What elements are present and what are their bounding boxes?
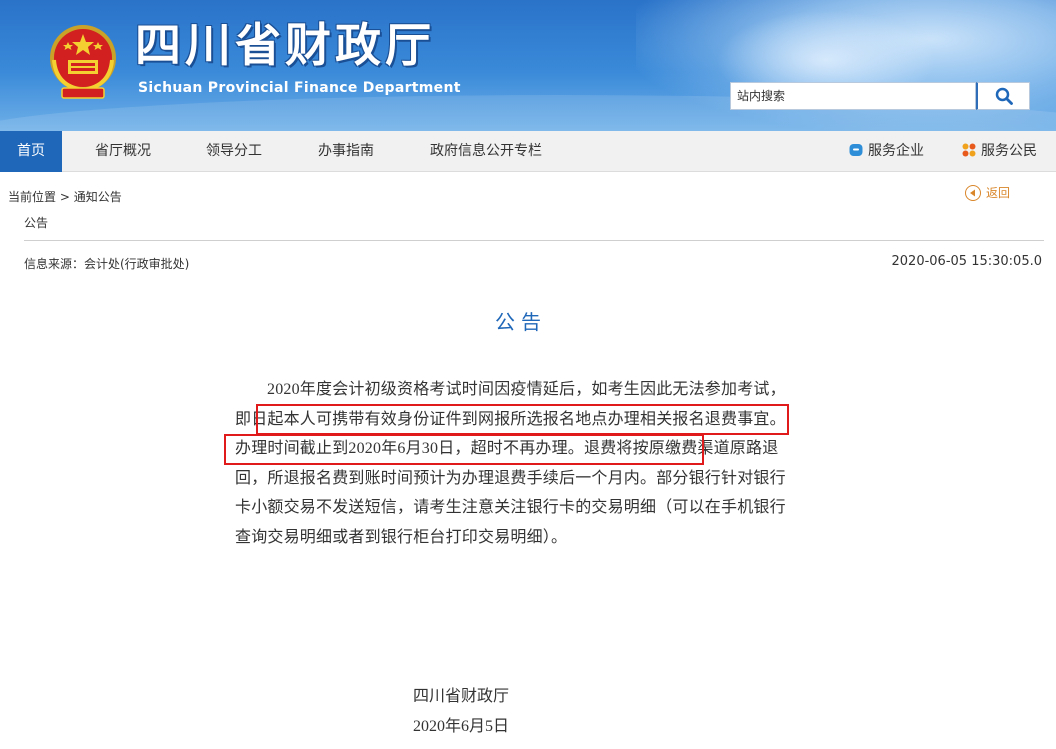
- category-label: 公告: [24, 216, 49, 230]
- nav-item-service-enterprise[interactable]: 服务企业: [849, 131, 924, 172]
- service-enterprise-label: 服务企业: [868, 143, 924, 159]
- publish-datetime: 2020-06-05 15:30:05.0: [891, 254, 1042, 269]
- back-arrow-icon: [965, 184, 981, 201]
- signature-block: 四川省财政厅 2020年6月5日: [413, 682, 509, 742]
- back-label: 返回: [986, 186, 1011, 200]
- article-body: 2020年度会计初级资格考试时间因疫情延后，如考生因此无法参加考试，即日起本人可…: [235, 375, 787, 552]
- service-enterprise-icon: [849, 144, 863, 156]
- site-title[interactable]: 四川省财政厅: [135, 16, 435, 74]
- breadcrumb-current[interactable]: 通知公告: [74, 190, 122, 204]
- header-banner: 四川省财政厅 Sichuan Provincial Finance Depart…: [0, 0, 1056, 131]
- article-paragraph: 2020年度会计初级资格考试时间因疫情延后，如考生因此无法参加考试，即日起本人可…: [235, 381, 786, 546]
- national-emblem-logo[interactable]: [46, 20, 120, 102]
- signature-org: 四川省财政厅: [413, 688, 510, 705]
- breadcrumb-prefix: 当前位置: [8, 190, 57, 204]
- nav-item-gov-info[interactable]: 政府信息公开专栏: [430, 131, 542, 172]
- search-button[interactable]: [976, 82, 1030, 110]
- divider: [24, 240, 1044, 241]
- breadcrumb-separator: >: [59, 190, 70, 204]
- article-title: 公告: [495, 310, 547, 334]
- signature-date: 2020年6月5日: [413, 718, 510, 735]
- search-icon: [995, 87, 1013, 105]
- main-nav: 首页 省厅概况 领导分工 办事指南 政府信息公开专栏 服务企业 服务公民: [0, 131, 1056, 172]
- nav-item-guide[interactable]: 办事指南: [318, 131, 374, 172]
- nav-item-overview[interactable]: 省厅概况: [95, 131, 151, 172]
- back-button[interactable]: 返回: [965, 184, 1010, 201]
- search-input[interactable]: [731, 83, 975, 109]
- service-citizen-label: 服务公民: [981, 143, 1037, 159]
- site-subtitle: Sichuan Provincial Finance Department: [138, 80, 461, 96]
- search-field[interactable]: [730, 82, 976, 110]
- breadcrumb: 当前位置 > 通知公告: [8, 188, 122, 205]
- service-citizen-icon: [962, 143, 976, 157]
- nav-item-home[interactable]: 首页: [0, 131, 62, 172]
- info-source: 信息来源：会计处(行政审批处): [24, 257, 190, 271]
- nav-item-service-citizen[interactable]: 服务公民: [962, 131, 1037, 172]
- nav-item-leadership[interactable]: 领导分工: [206, 131, 262, 172]
